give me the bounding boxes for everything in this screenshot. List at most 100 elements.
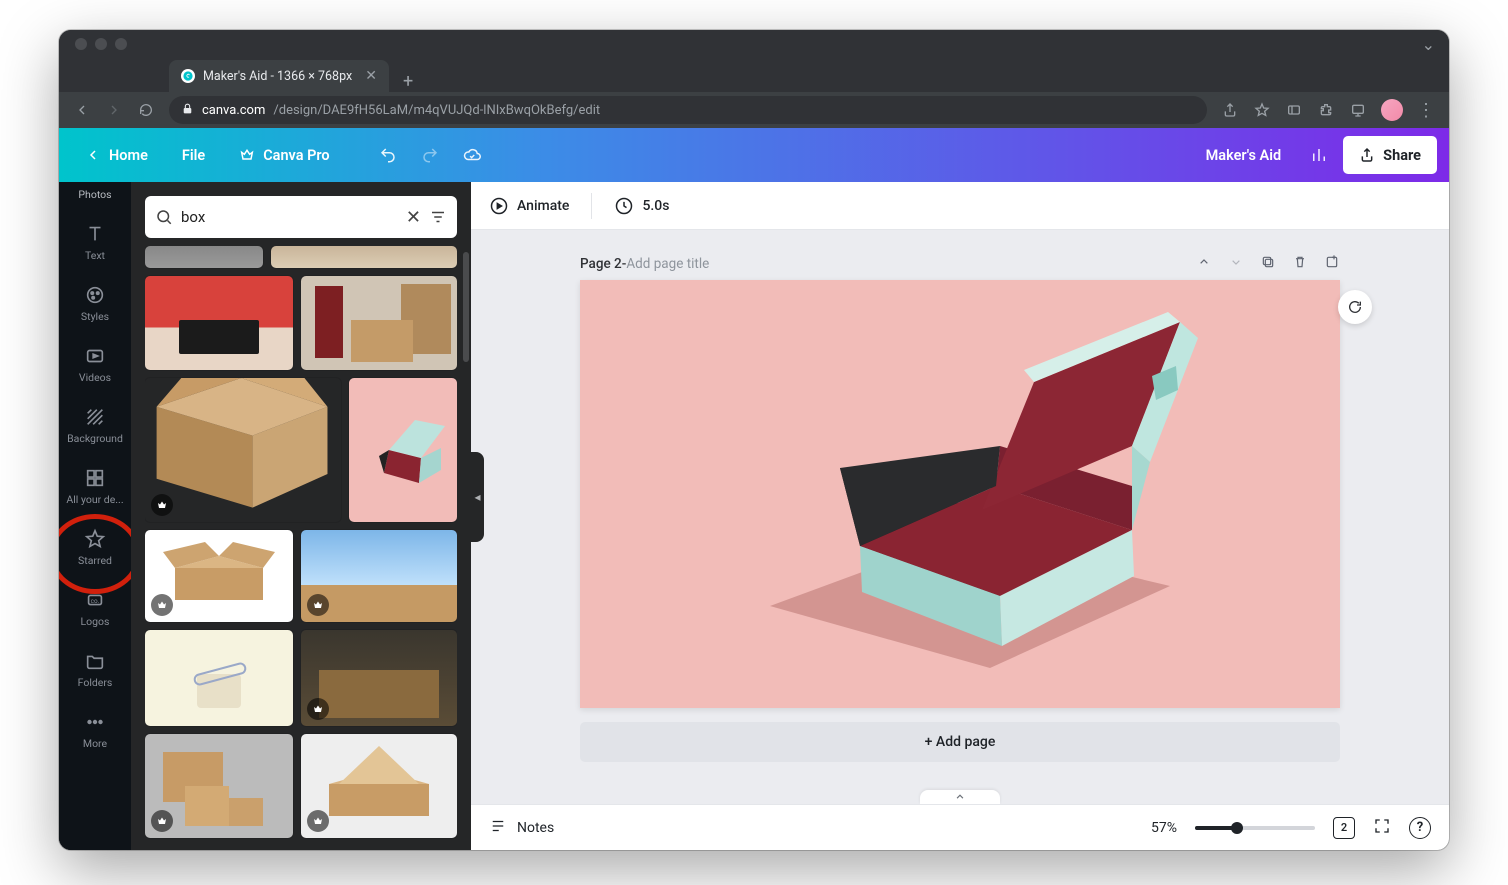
url-path: /design/DAE9fH56LaM/m4qVUJQd-lNIxBwqOkBe… <box>273 103 600 118</box>
side-rail: Photos Text Styles Videos Background All… <box>59 182 131 850</box>
photo-result[interactable] <box>301 530 457 622</box>
share-page-icon[interactable] <box>1221 101 1239 119</box>
cloud-sync-icon[interactable] <box>454 137 490 173</box>
traffic-light-max[interactable] <box>115 38 127 50</box>
animate-button[interactable]: Animate <box>489 196 569 216</box>
canva-pro-button[interactable]: Canva Pro <box>225 137 343 173</box>
photo-result[interactable] <box>145 630 293 726</box>
profile-avatar[interactable] <box>1381 99 1403 121</box>
new-page-icon[interactable] <box>1324 254 1340 274</box>
photo-result[interactable] <box>145 276 293 370</box>
toolbar-separator <box>591 193 592 219</box>
traffic-light-close[interactable] <box>75 38 87 50</box>
device-icon[interactable] <box>1349 101 1367 119</box>
browser-tab-active[interactable]: Maker's Aid - 1366 × 768px ✕ <box>169 60 389 92</box>
rail-videos[interactable]: Videos <box>63 339 127 390</box>
undo-button[interactable] <box>370 137 406 173</box>
add-page-button[interactable]: + Add page <box>580 722 1340 762</box>
lock-icon <box>181 102 194 119</box>
file-label: File <box>182 147 205 164</box>
pages-drawer-handle[interactable] <box>920 790 1000 804</box>
home-button[interactable]: Home <box>71 137 162 173</box>
duration-button[interactable]: 5.0s <box>614 196 669 216</box>
photo-result[interactable] <box>145 734 293 838</box>
page-count-badge[interactable]: 2 <box>1333 817 1355 839</box>
canvas-footer: Notes 57% 2 ? <box>471 804 1449 850</box>
zoom-slider[interactable] <box>1195 826 1315 830</box>
rail-text[interactable]: Text <box>63 217 127 268</box>
notes-button[interactable]: Notes <box>517 820 554 836</box>
svg-text:co.: co. <box>91 597 100 605</box>
rail-folders[interactable]: Folders <box>63 644 127 695</box>
page-down-icon[interactable] <box>1228 254 1244 274</box>
url-host: canva.com <box>202 103 265 118</box>
rail-photos-label: Photos <box>78 188 111 201</box>
rail-all-designs-label: All your de... <box>66 493 123 506</box>
rail-videos-label: Videos <box>79 371 111 384</box>
add-page-label: + Add page <box>925 734 996 750</box>
rail-styles[interactable]: Styles <box>63 278 127 329</box>
nav-back-icon[interactable] <box>73 101 91 119</box>
help-button[interactable]: ? <box>1409 817 1431 839</box>
app-header: Home File Canva Pro Maker's Aid Share <box>59 128 1449 182</box>
page-up-icon[interactable] <box>1196 254 1212 274</box>
browser-tabs: Maker's Aid - 1366 × 768px ✕ + <box>59 58 1449 92</box>
tab-close-icon[interactable]: ✕ <box>365 68 377 84</box>
rail-all-designs[interactable]: All your de... <box>63 461 127 512</box>
photo-results <box>145 246 457 850</box>
bookmark-star-icon[interactable] <box>1253 101 1271 119</box>
pro-crown-icon <box>307 698 329 720</box>
rail-more[interactable]: More <box>63 705 127 756</box>
analytics-icon[interactable] <box>1301 137 1337 173</box>
duration-label: 5.0s <box>642 198 669 214</box>
address-bar[interactable]: canva.com/design/DAE9fH56LaM/m4qVUJQd-lN… <box>169 96 1207 124</box>
ext-icon-1[interactable] <box>1285 101 1303 119</box>
photo-result[interactable] <box>349 378 457 522</box>
panel-scrollbar[interactable] <box>463 252 469 362</box>
canvas-area: Animate 5.0s Page 2 - Add page title <box>471 182 1449 850</box>
clear-search-icon[interactable]: ✕ <box>406 207 421 228</box>
box-image[interactable] <box>700 286 1220 686</box>
browser-menu-icon[interactable]: ⋮ <box>1417 101 1435 119</box>
pro-crown-icon <box>151 810 173 832</box>
photo-result[interactable] <box>301 734 457 838</box>
photo-result[interactable] <box>145 246 263 268</box>
window-menu-chevron[interactable]: ⌄ <box>1422 35 1435 54</box>
search-input[interactable] <box>181 208 398 226</box>
canvas-page[interactable] <box>580 280 1340 708</box>
delete-page-icon[interactable] <box>1292 254 1308 274</box>
new-tab-button[interactable]: + <box>389 71 427 92</box>
photo-result[interactable] <box>145 378 341 522</box>
page-title-input[interactable]: Add page title <box>626 256 709 272</box>
tab-title: Maker's Aid - 1366 × 768px <box>203 69 352 84</box>
pro-crown-icon <box>307 810 329 832</box>
rail-starred[interactable]: Starred <box>63 522 127 573</box>
rail-photos[interactable]: Photos <box>63 188 127 207</box>
file-menu[interactable]: File <box>168 137 219 173</box>
page-number: Page 2 <box>580 256 622 272</box>
photo-result[interactable] <box>145 530 293 622</box>
filter-icon[interactable] <box>429 208 447 226</box>
traffic-light-min[interactable] <box>95 38 107 50</box>
fullscreen-icon[interactable] <box>1373 817 1391 839</box>
pro-crown-icon <box>151 494 173 516</box>
search-icon <box>155 208 173 226</box>
share-button[interactable]: Share <box>1343 136 1437 174</box>
photo-result[interactable] <box>301 630 457 726</box>
rail-background[interactable]: Background <box>63 400 127 451</box>
duplicate-page-icon[interactable] <box>1260 254 1276 274</box>
notes-icon[interactable] <box>489 817 507 839</box>
rail-logos[interactable]: co. Logos <box>63 583 127 634</box>
zoom-value[interactable]: 57% <box>1151 820 1177 836</box>
redo-button[interactable] <box>412 137 448 173</box>
window-titlebar: ⌄ <box>59 30 1449 58</box>
rail-more-label: More <box>83 737 107 750</box>
regenerate-fab[interactable] <box>1338 290 1372 324</box>
photo-result[interactable] <box>271 246 457 268</box>
project-name[interactable]: Maker's Aid <box>1192 147 1296 164</box>
nav-reload-icon[interactable] <box>137 101 155 119</box>
page-header: Page 2 - Add page title <box>580 254 1340 280</box>
extensions-icon[interactable] <box>1317 101 1335 119</box>
photo-result[interactable] <box>301 276 457 370</box>
rail-logos-label: Logos <box>81 615 110 628</box>
